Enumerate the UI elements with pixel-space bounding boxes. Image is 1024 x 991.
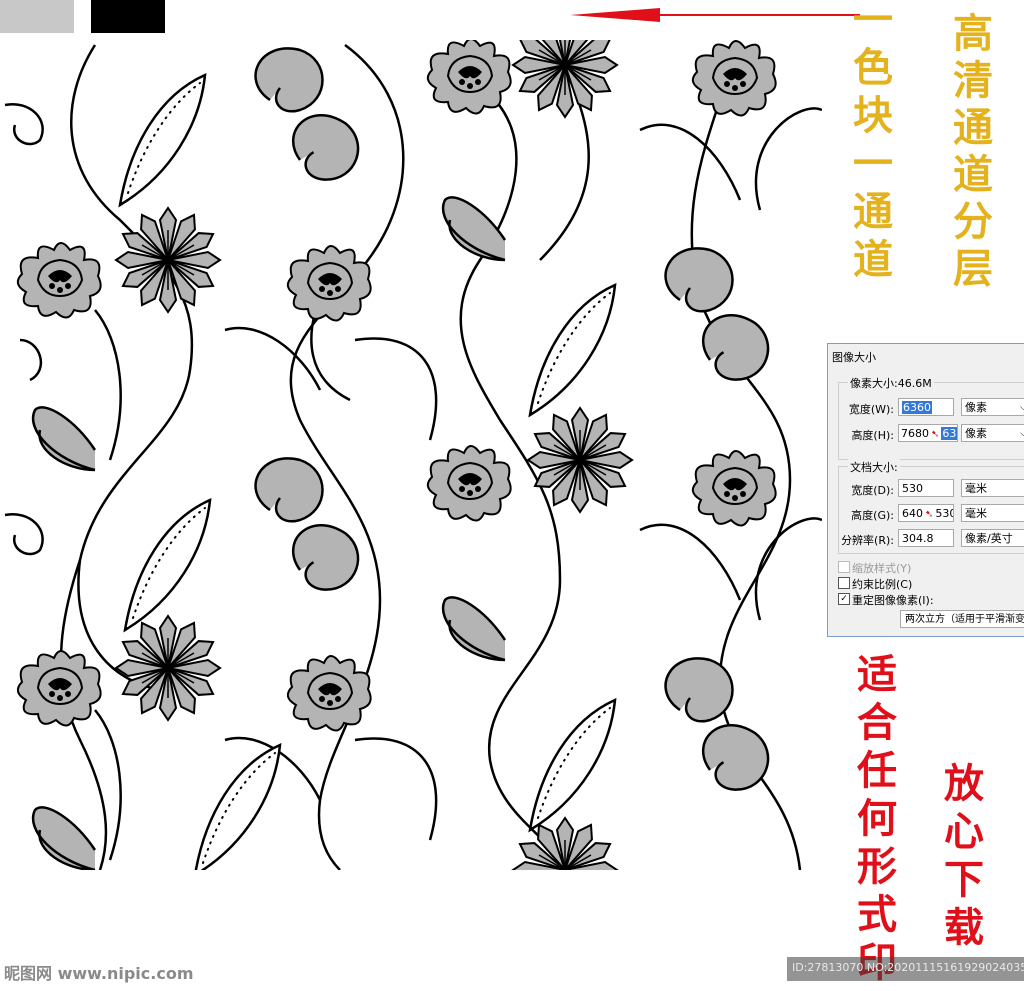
pixel-height-unit: 像素: [965, 427, 987, 440]
resolution-unit-select[interactable]: 像素/英寸: [961, 529, 1024, 547]
dialog-title: 图像大小: [832, 351, 876, 364]
resolution-label: 分辨率(R):: [841, 534, 894, 547]
resample-checkbox[interactable]: ✓: [838, 593, 850, 605]
caption-char: 一: [853, 140, 893, 187]
doc-width-value: 530: [902, 482, 923, 495]
gray-color-swatch: [0, 0, 74, 33]
pixel-height-input[interactable]: 7680➷6360: [898, 424, 958, 442]
chevron-down-icon: ⌵: [1020, 403, 1024, 413]
doc-width-input[interactable]: 530: [898, 479, 954, 497]
document-size-label: 文档大小:: [848, 459, 900, 475]
pixel-width-input[interactable]: 6360: [898, 398, 954, 416]
caption-char: 合: [857, 699, 897, 746]
doc-width-label: 宽度(D):: [851, 484, 894, 497]
pixel-dimensions-group: [838, 382, 1024, 460]
caption-char: 道: [953, 151, 993, 198]
scale-styles-checkbox[interactable]: [838, 561, 850, 573]
change-arrow-icon: ➷: [931, 429, 940, 440]
image-id-watermark: ID:27813070 NO:20201115161929024035: [792, 961, 1024, 974]
caption-char: 色: [853, 44, 893, 91]
constrain-proportions-label: 约束比例(C): [852, 578, 913, 591]
floral-pattern-image: [4, 40, 822, 870]
scale-styles-label: 缩放样式(Y): [852, 562, 912, 575]
doc-height-new-value: 530: [935, 507, 953, 520]
caption-char: 清: [953, 57, 993, 104]
caption-char: 分: [953, 198, 993, 245]
caption-single-color-channel: 一 色 块 一 通 道: [853, 0, 893, 288]
pixel-width-unit-select[interactable]: 像素 ⌵: [961, 398, 1024, 416]
doc-height-unit-select[interactable]: 毫米: [961, 504, 1024, 522]
doc-height-label: 高度(G):: [851, 509, 894, 522]
caption-char: 式: [857, 891, 897, 938]
resolution-input[interactable]: 304.8: [898, 529, 954, 547]
caption-char: 通: [853, 188, 893, 235]
doc-width-unit: 毫米: [965, 482, 987, 495]
pixel-width-value: 6360: [902, 401, 932, 414]
caption-char: 任: [857, 747, 897, 794]
caption-char: 通: [953, 104, 993, 151]
resample-label: 重定图像像素(I):: [852, 594, 934, 607]
height-label: 高度(H):: [851, 429, 894, 442]
caption-char: 下: [944, 856, 984, 903]
caption-download-safely: 放 心 下 载: [944, 764, 984, 956]
resolution-unit: 像素/英寸: [965, 532, 1013, 545]
resample-method-select[interactable]: 两次立方（适用于平滑渐变: [900, 610, 1024, 628]
doc-height-input[interactable]: 640➷530: [898, 504, 954, 522]
image-size-dialog: 图像大小 像素大小:46.6M 宽度(W): 6360 像素 ⌵ 高度(H): 7…: [827, 343, 1024, 637]
pixel-height-new-value: 6360: [941, 427, 957, 440]
constrain-proportions-checkbox[interactable]: [838, 577, 850, 589]
black-color-swatch: [91, 0, 165, 33]
site-watermark: 昵图网 www.nipic.com: [4, 964, 194, 983]
caption-char: 心: [944, 808, 984, 855]
pixel-height-unit-select[interactable]: 像素 ⌵: [961, 424, 1024, 442]
caption-suitable-any-print: 适 合 任 何 形 式 印: [857, 655, 897, 991]
caption-char: 形: [857, 843, 897, 890]
doc-height-unit: 毫米: [965, 507, 987, 520]
pixel-dimensions-label: 像素大小:46.6M: [848, 375, 934, 391]
caption-char: 道: [853, 236, 893, 283]
width-label: 宽度(W):: [848, 403, 894, 416]
caption-char: 块: [853, 92, 893, 139]
doc-height-old-value: 640: [902, 507, 923, 520]
caption-hd-channel-layers: 高 清 通 道 分 层: [953, 14, 993, 296]
pixel-width-unit: 像素: [965, 401, 987, 414]
resolution-value: 304.8: [902, 532, 934, 545]
change-arrow-icon: ➷: [925, 509, 934, 520]
caption-char: 载: [944, 904, 984, 951]
pixel-height-old-value: 7680: [901, 427, 929, 440]
caption-char: 一: [853, 0, 893, 43]
caption-char: 高: [953, 10, 993, 57]
chevron-down-icon: ⌵: [1020, 429, 1024, 439]
caption-char: 适: [857, 651, 897, 698]
caption-char: 放: [944, 760, 984, 807]
red-arrow-icon: [570, 8, 860, 22]
caption-char: 层: [953, 245, 993, 292]
doc-width-unit-select[interactable]: 毫米: [961, 479, 1024, 497]
caption-char: 何: [857, 795, 897, 842]
